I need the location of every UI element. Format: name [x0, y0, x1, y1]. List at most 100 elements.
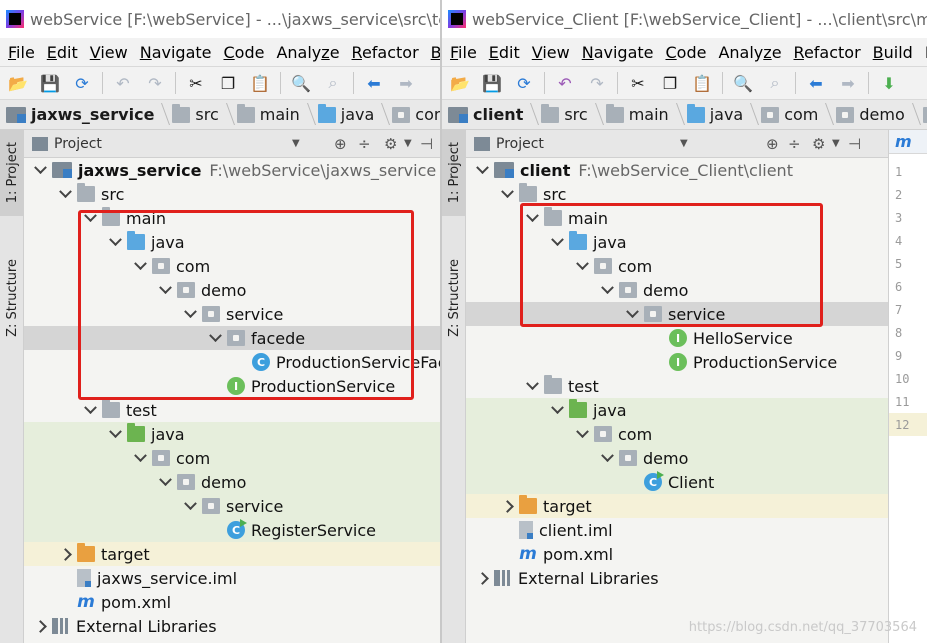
menu-run[interactable]: Run — [919, 43, 927, 62]
chevron-down-icon[interactable]: ▼ — [404, 138, 412, 149]
forward-icon[interactable]: ➡ — [393, 70, 419, 96]
breadcrumb-item[interactable]: demo — [836, 105, 916, 124]
chevron-down-icon[interactable] — [574, 426, 590, 442]
locate-icon[interactable]: ⊕ — [334, 135, 347, 153]
menu-code[interactable]: Code — [660, 43, 713, 62]
tree-node[interactable]: demo — [466, 446, 888, 470]
breadcrumb-item[interactable]: s — [922, 105, 927, 124]
chevron-right-icon[interactable] — [57, 546, 73, 562]
chevron-down-icon[interactable] — [132, 258, 148, 274]
menu-edit[interactable]: Edit — [483, 43, 526, 62]
chevron-down-icon[interactable] — [549, 402, 565, 418]
cut-icon[interactable]: ✂ — [183, 70, 209, 96]
tree-node[interactable]: main — [24, 206, 440, 230]
tree-node[interactable]: main — [466, 206, 888, 230]
menu-refactor[interactable]: Refactor — [788, 43, 867, 62]
collapse-icon[interactable]: ÷ — [358, 135, 371, 153]
editor-tab[interactable]: m — [889, 130, 927, 154]
menu-build[interactable]: Build — [425, 43, 440, 62]
breadcrumb-item[interactable]: java — [686, 103, 756, 124]
tree-node[interactable]: com — [24, 446, 440, 470]
tree-node[interactable]: I HelloService — [466, 326, 888, 350]
chevron-down-icon[interactable] — [207, 330, 223, 346]
editor-pane[interactable]: m 1 2 3 4 5 6 7 8 9 10 11 12 — [888, 130, 927, 643]
breadcrumb-item[interactable]: client — [448, 105, 535, 124]
find-icon[interactable]: 🔍 — [730, 70, 756, 96]
breadcrumb-item[interactable]: com — [392, 105, 440, 124]
menu-code[interactable]: Code — [218, 43, 271, 62]
chevron-right-icon[interactable] — [499, 498, 515, 514]
build-icon[interactable]: ⬇ — [876, 70, 902, 96]
chevron-down-icon[interactable] — [107, 234, 123, 250]
menu-edit[interactable]: Edit — [41, 43, 84, 62]
redo-icon[interactable]: ↷ — [142, 70, 168, 96]
breadcrumb-item[interactable]: main — [605, 103, 681, 124]
tree-node[interactable]: target — [466, 494, 888, 518]
tree-node[interactable]: target — [24, 542, 440, 566]
tree-node[interactable]: service — [466, 302, 888, 326]
menu-file[interactable]: File — [444, 43, 483, 62]
tree-node[interactable]: src — [466, 182, 888, 206]
tree-node[interactable]: client F:\webService_Client\client — [466, 158, 888, 182]
chevron-down-icon[interactable]: ▼ — [680, 138, 688, 149]
tree-node[interactable]: jaxws_service.iml — [24, 566, 440, 590]
tree-node[interactable]: I ProductionService — [24, 374, 440, 398]
chevron-right-icon[interactable] — [474, 570, 490, 586]
tree-node[interactable]: External Libraries — [24, 614, 440, 638]
redo-icon[interactable]: ↷ — [584, 70, 610, 96]
tree-node[interactable]: C Client — [466, 470, 888, 494]
tree-node[interactable]: demo — [24, 470, 440, 494]
tree-node[interactable]: service — [24, 302, 440, 326]
breadcrumb-item[interactable]: src — [541, 103, 599, 124]
replace-icon[interactable]: ⌕ — [320, 70, 346, 96]
open-folder-icon[interactable]: 📂 — [5, 70, 31, 96]
chevron-down-icon[interactable] — [599, 450, 615, 466]
cut-icon[interactable]: ✂ — [625, 70, 651, 96]
chevron-down-icon[interactable] — [499, 186, 515, 202]
chevron-down-icon[interactable] — [182, 498, 198, 514]
forward-icon[interactable]: ➡ — [835, 70, 861, 96]
chevron-down-icon[interactable] — [157, 474, 173, 490]
tree-node[interactable]: I ProductionService — [466, 350, 888, 374]
chevron-down-icon[interactable] — [599, 282, 615, 298]
hide-panel-icon[interactable]: ⊣ — [848, 135, 861, 153]
tree-node[interactable]: C ProductionServiceFacade — [24, 350, 440, 374]
paste-icon[interactable]: 📋 — [247, 70, 273, 96]
chevron-down-icon[interactable]: ▼ — [292, 138, 300, 149]
undo-icon[interactable]: ↶ — [110, 70, 136, 96]
tree-node[interactable]: test — [24, 398, 440, 422]
sync-icon[interactable]: ⟳ — [511, 70, 537, 96]
tree-node[interactable]: facede — [24, 326, 440, 350]
chevron-down-icon[interactable] — [157, 282, 173, 298]
chevron-down-icon[interactable] — [524, 210, 540, 226]
tree-node[interactable]: External Libraries — [466, 566, 888, 590]
menu-refactor[interactable]: Refactor — [346, 43, 425, 62]
chevron-down-icon[interactable] — [107, 426, 123, 442]
tab-structure[interactable]: Z: Structure — [442, 248, 466, 348]
copy-icon[interactable]: ❐ — [657, 70, 683, 96]
chevron-down-icon[interactable] — [32, 162, 48, 178]
menu-analyze[interactable]: Analyze — [712, 43, 787, 62]
chevron-down-icon[interactable] — [182, 306, 198, 322]
replace-icon[interactable]: ⌕ — [762, 70, 788, 96]
tree-node[interactable]: com — [466, 254, 888, 278]
tab-structure[interactable]: Z: Structure — [0, 248, 24, 348]
copy-icon[interactable]: ❐ — [215, 70, 241, 96]
tree-node[interactable]: m pom.xml — [24, 590, 440, 614]
tree-node[interactable]: com — [466, 422, 888, 446]
tree-node[interactable]: java — [24, 230, 440, 254]
back-icon[interactable]: ⬅ — [803, 70, 829, 96]
breadcrumb-item[interactable]: main — [236, 103, 312, 124]
find-icon[interactable]: 🔍 — [288, 70, 314, 96]
chevron-down-icon[interactable] — [57, 186, 73, 202]
tree-node[interactable]: src — [24, 182, 440, 206]
tree-node[interactable]: m pom.xml — [466, 542, 888, 566]
gear-icon[interactable]: ⚙ — [384, 135, 397, 153]
sync-icon[interactable]: ⟳ — [69, 70, 95, 96]
chevron-down-icon[interactable] — [474, 162, 490, 178]
menu-navigate[interactable]: Navigate — [134, 43, 218, 62]
breadcrumb-item[interactable]: java — [317, 103, 387, 124]
tree-node[interactable]: test — [466, 374, 888, 398]
breadcrumb-item[interactable]: jaxws_service — [6, 105, 166, 124]
back-icon[interactable]: ⬅ — [361, 70, 387, 96]
